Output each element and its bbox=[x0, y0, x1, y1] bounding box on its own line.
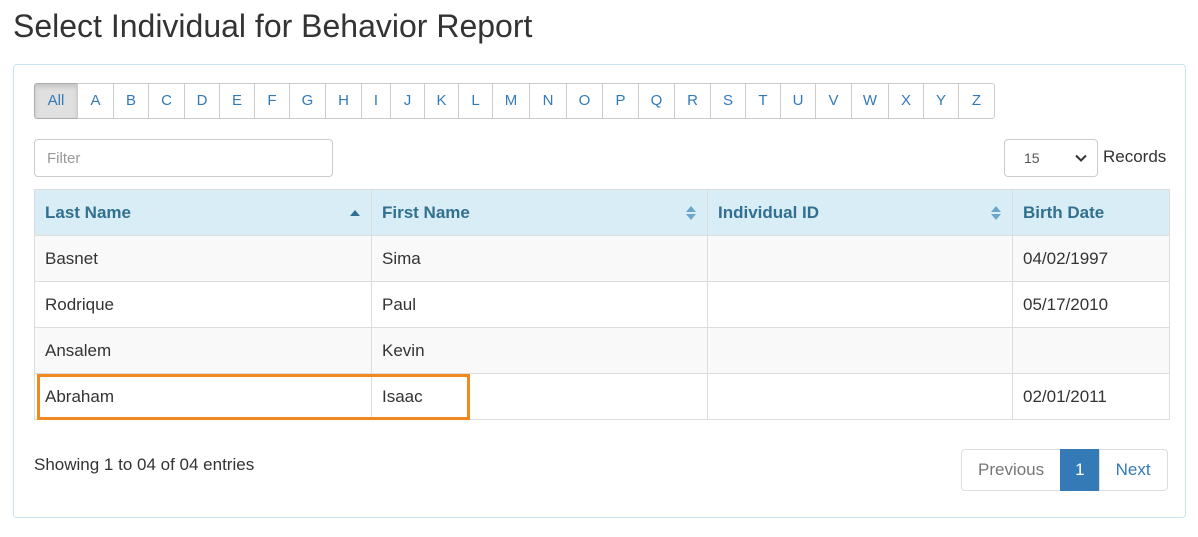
sort-both-icon bbox=[991, 205, 1001, 220]
cell-birth-date: 05/17/2010 bbox=[1012, 281, 1170, 328]
page: Select Individual for Behavior Report Al… bbox=[0, 0, 1198, 537]
cell-individual-id bbox=[707, 235, 1013, 282]
next-page-button[interactable]: Next bbox=[1098, 449, 1168, 491]
alphabet-filter-g[interactable]: G bbox=[289, 83, 326, 119]
table-header-row: Last Name First Name Individual ID Birth… bbox=[34, 189, 1170, 236]
alphabet-filter-v[interactable]: V bbox=[815, 83, 852, 119]
page-title: Select Individual for Behavior Report bbox=[13, 8, 533, 44]
alphabet-filter-j[interactable]: J bbox=[390, 83, 425, 119]
table-row[interactable]: Ansalem Kevin bbox=[34, 327, 1170, 374]
alphabet-filter-m[interactable]: M bbox=[492, 83, 530, 119]
cell-individual-id bbox=[707, 281, 1013, 328]
table-row[interactable]: Basnet Sima 04/02/1997 bbox=[34, 235, 1170, 282]
chevron-down-icon bbox=[1075, 154, 1087, 162]
filter-input[interactable] bbox=[34, 139, 333, 177]
cell-birth-date bbox=[1012, 327, 1170, 374]
column-header-label: Birth Date bbox=[1023, 202, 1105, 222]
sort-ascending-icon bbox=[350, 209, 360, 216]
cell-individual-id bbox=[707, 373, 1013, 420]
records-selected-value: 15 bbox=[1024, 150, 1040, 166]
cell-first-name[interactable]: Sima bbox=[371, 235, 708, 282]
table-row[interactable]: Rodrique Paul 05/17/2010 bbox=[34, 281, 1170, 328]
cell-last-name[interactable]: Abraham bbox=[34, 373, 372, 420]
individuals-table: Last Name First Name Individual ID Birth… bbox=[34, 189, 1170, 420]
alphabet-filter-t[interactable]: T bbox=[745, 83, 781, 119]
alphabet-filter-i[interactable]: I bbox=[361, 83, 391, 119]
column-header-first-name[interactable]: First Name bbox=[371, 189, 708, 236]
column-header-birth-date[interactable]: Birth Date bbox=[1012, 189, 1170, 236]
alphabet-filter-h[interactable]: H bbox=[325, 83, 362, 119]
alphabet-filter-f[interactable]: F bbox=[254, 83, 290, 119]
alphabet-filter-w[interactable]: W bbox=[851, 83, 889, 119]
cell-first-name[interactable]: Paul bbox=[371, 281, 708, 328]
cell-first-name[interactable]: Kevin bbox=[371, 327, 708, 374]
alphabet-filter-e[interactable]: E bbox=[219, 83, 255, 119]
alphabet-filter-x[interactable]: X bbox=[888, 83, 924, 119]
cell-first-name[interactable]: Isaac bbox=[371, 373, 708, 420]
alphabet-filter-s[interactable]: S bbox=[710, 83, 746, 119]
alphabet-filter-p[interactable]: P bbox=[602, 83, 639, 119]
alphabet-filter-d[interactable]: D bbox=[184, 83, 220, 119]
column-header-label: Last Name bbox=[45, 202, 131, 222]
records-label: Records bbox=[1103, 147, 1167, 166]
alphabet-filter-l[interactable]: L bbox=[458, 83, 493, 119]
alphabet-filter-o[interactable]: O bbox=[566, 83, 603, 119]
cell-last-name[interactable]: Basnet bbox=[34, 235, 372, 282]
alphabet-filter-r[interactable]: R bbox=[674, 83, 711, 119]
alphabet-filter-bar: All A B C D E F G H I J K L M N O P Q R S T U V W X Y Z bbox=[34, 83, 995, 119]
cell-last-name[interactable]: Rodrique bbox=[34, 281, 372, 328]
cell-birth-date: 02/01/2011 bbox=[1012, 373, 1170, 420]
cell-birth-date: 04/02/1997 bbox=[1012, 235, 1170, 282]
alphabet-filter-y[interactable]: Y bbox=[923, 83, 959, 119]
pagination: Previous 1 Next bbox=[961, 449, 1168, 491]
alphabet-filter-z[interactable]: Z bbox=[958, 83, 995, 119]
alphabet-filter-u[interactable]: U bbox=[780, 83, 816, 119]
table-info-text: Showing 1 to 04 of 04 entries bbox=[34, 455, 255, 474]
cell-last-name[interactable]: Ansalem bbox=[34, 327, 372, 374]
alphabet-filter-all[interactable]: All bbox=[34, 83, 78, 119]
column-header-label: First Name bbox=[382, 202, 470, 222]
column-header-individual-id[interactable]: Individual ID bbox=[707, 189, 1013, 236]
table-row[interactable]: Abraham Isaac 02/01/2011 bbox=[34, 373, 1170, 420]
individual-selection-panel: AllABCDEFGHIJKLMNOPQRSTUVWXYZ 15 Records… bbox=[13, 64, 1186, 518]
records-per-page-select[interactable]: 15 bbox=[1004, 139, 1098, 177]
cell-individual-id bbox=[707, 327, 1013, 374]
alphabet-filter-q[interactable]: Q bbox=[638, 83, 675, 119]
alphabet-filter-a[interactable]: A bbox=[77, 83, 114, 119]
column-header-label: Individual ID bbox=[718, 202, 820, 222]
sort-both-icon bbox=[686, 205, 696, 220]
alphabet-filter-c[interactable]: C bbox=[148, 83, 185, 119]
previous-page-button[interactable]: Previous bbox=[961, 449, 1062, 491]
column-header-last-name[interactable]: Last Name bbox=[34, 189, 372, 236]
alphabet-filter-k[interactable]: K bbox=[424, 83, 459, 119]
alphabet-filter-n[interactable]: N bbox=[529, 83, 567, 119]
alphabet-filter-b[interactable]: B bbox=[113, 83, 149, 119]
page-1-button[interactable]: 1 bbox=[1060, 449, 1100, 491]
